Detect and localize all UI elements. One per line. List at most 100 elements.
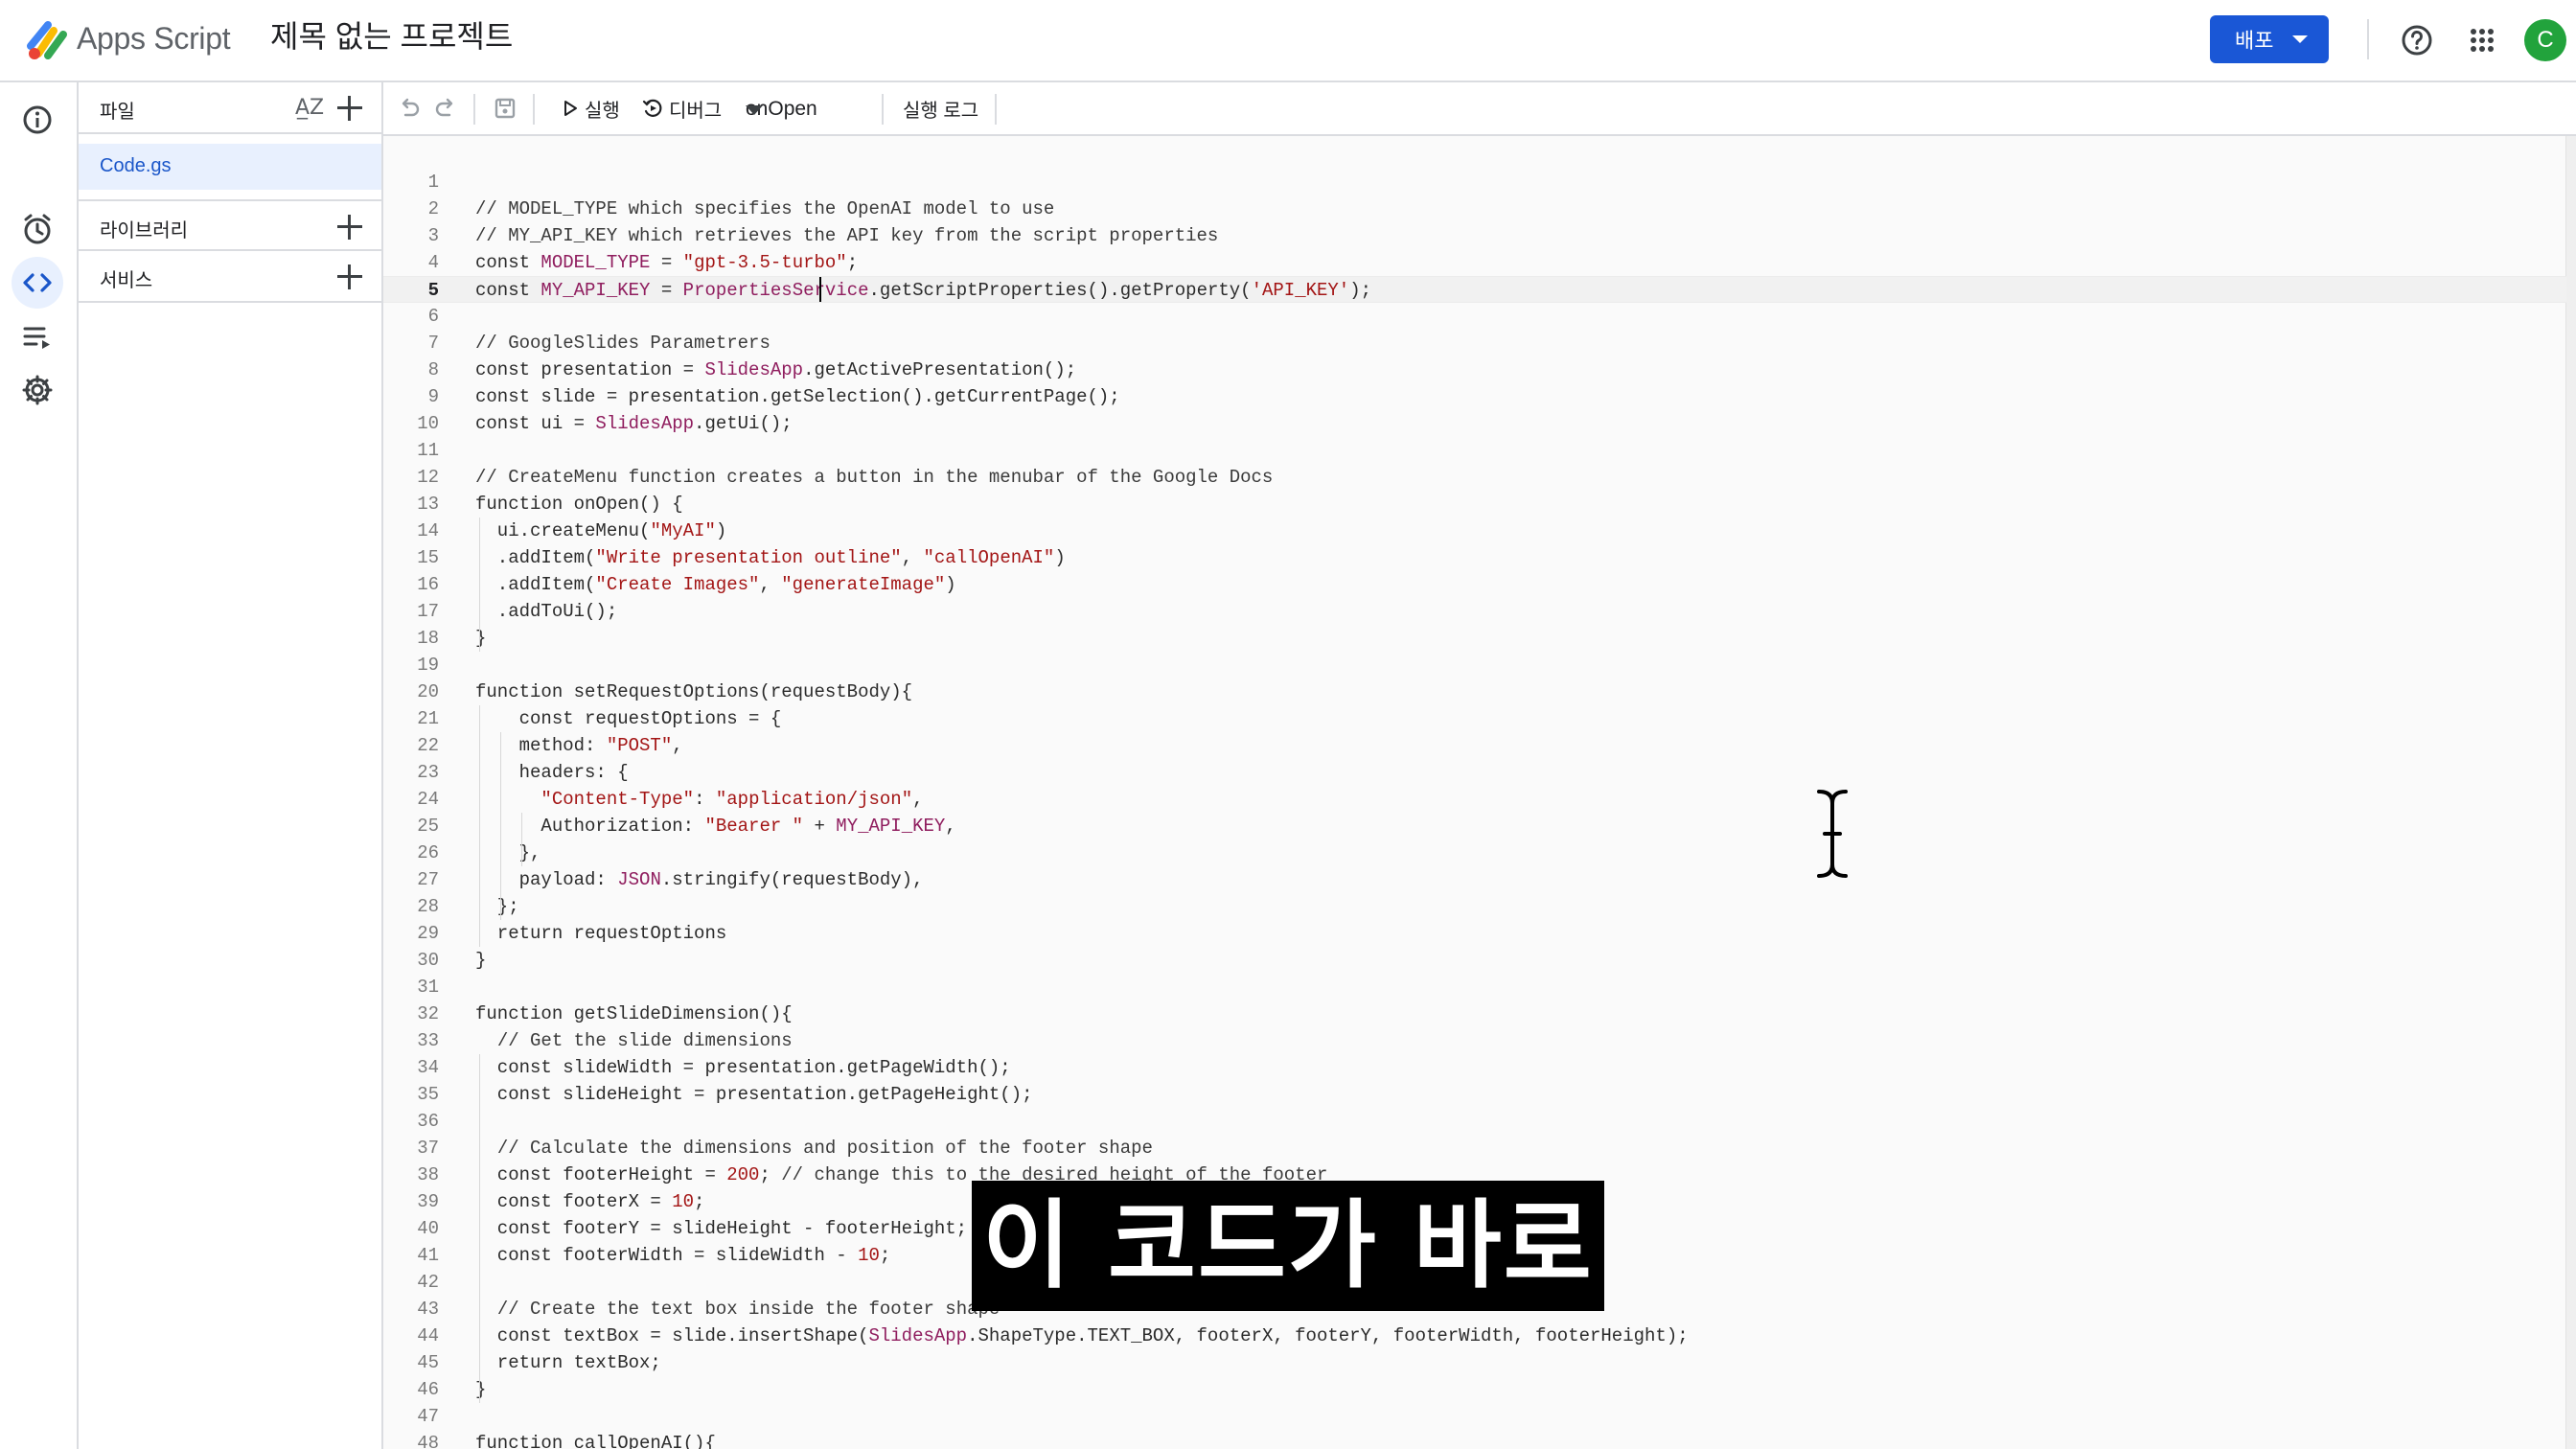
code-line[interactable]: 6 [383,303,2566,330]
code-line[interactable]: 47 [383,1403,2566,1430]
code-text: function onOpen() { [475,494,683,515]
header-divider [2367,19,2369,59]
libraries-row[interactable]: 라이브러리 [79,199,381,251]
execution-log-button[interactable]: 실행 로그 [903,92,978,125]
top-header: Apps Script 제목 없는 프로젝트 배포 C [0,0,2576,82]
code-line[interactable]: 9 const slide = presentation.getSelection… [383,383,2566,410]
code-text: method: "POST", [475,735,683,756]
libraries-label: 라이브러리 [100,220,188,242]
line-number: 41 [417,1245,439,1266]
code-line[interactable]: 15 .addItem("Write presentation outline"… [383,544,2566,571]
code-line[interactable]: 26 }, [383,840,2566,866]
code-line[interactable]: 20 function setRequestOptions(requestBody… [383,678,2566,705]
line-number: 42 [417,1272,439,1293]
code-line[interactable]: 3 // MY_API_KEY which retrieves the API k… [383,222,2566,249]
code-line[interactable]: 14 ui.createMenu("MyAI") [383,518,2566,544]
overview-icon[interactable] [17,100,58,140]
code-line[interactable]: 18} [383,625,2566,652]
code-text: .addToUi(); [475,601,618,622]
code-line[interactable]: 29 return requestOptions [383,920,2566,947]
line-number: 30 [417,950,439,971]
code-line[interactable]: 12 // CreateMenu function creates a butto… [383,464,2566,491]
left-rail [0,82,79,1449]
code-line[interactable]: 28 }; [383,893,2566,920]
app-name[interactable]: Apps Script [77,17,231,59]
code-text: // GoogleSlides Parametrers [475,333,770,354]
code-line[interactable]: 24 "Content-Type": "application/json", [383,786,2566,813]
code-text: } [475,950,487,971]
code-line[interactable]: 5 const MY_API_KEY = PropertiesService.ge… [383,276,2566,303]
code-line[interactable]: 31 [383,974,2566,1000]
deploy-button[interactable]: 배포 [2210,15,2329,63]
code-text: } [475,628,487,649]
sort-az-icon[interactable]: A̲Z [295,96,324,120]
code-line[interactable]: 48 function callOpenAI(){ [383,1430,2566,1449]
code-line[interactable]: 45 return textBox; [383,1349,2566,1376]
code-text: return textBox; [475,1352,661,1373]
code-line[interactable]: 25 Authorization: "Bearer " + MY_API_KEY… [383,813,2566,840]
code-line[interactable]: 19 [383,652,2566,678]
editor-scrollbar[interactable] [2565,136,2576,1449]
avatar[interactable]: C [2524,19,2566,61]
add-library-icon[interactable] [335,213,364,242]
run-button[interactable]: 실행 [562,92,620,125]
settings-icon[interactable] [17,370,58,410]
files-panel: 파일 A̲Z Code.gs 라이브러리 서비스 [79,82,383,1449]
code-line[interactable]: 13 function onOpen() { [383,491,2566,518]
code-line[interactable]: 32 function getSlideDimension(){ [383,1000,2566,1027]
add-service-icon[interactable] [335,263,364,291]
line-number: 47 [417,1406,439,1427]
apps-script-logo[interactable] [25,17,71,63]
line-number: 44 [417,1325,439,1346]
line-number: 16 [417,574,439,595]
code-text: }; [475,896,519,917]
code-text: const footerY = slideHeight - footerHeig… [475,1218,968,1239]
code-line[interactable]: 22 method: "POST", [383,732,2566,759]
apps-grid-icon[interactable] [2463,21,2501,59]
undo-icon[interactable] [395,94,424,123]
code-text: // MODEL_TYPE which specifies the OpenAI… [475,198,1055,219]
text-caret [819,277,821,302]
function-select[interactable]: onOpen [746,90,878,126]
code-text: const footerX = 10; [475,1191,705,1212]
editor-icon[interactable] [17,263,58,303]
redo-icon[interactable] [431,94,460,123]
help-icon[interactable] [2398,21,2436,59]
code-line[interactable]: 35 const slideHeight = presentation.getP… [383,1081,2566,1108]
code-text: const textBox = slide.insertShape(Slides… [475,1325,1689,1346]
code-text: function getSlideDimension(){ [475,1003,793,1024]
code-text: .addItem("Create Images", "generateImage… [475,574,956,595]
code-line[interactable]: 46} [383,1376,2566,1403]
code-line[interactable]: 7 // GoogleSlides Parametrers [383,330,2566,356]
code-line[interactable]: 8 const presentation = SlidesApp.getActiv… [383,356,2566,383]
code-text: // MY_API_KEY which retrieves the API ke… [475,225,1219,246]
triggers-icon[interactable] [17,209,58,249]
save-icon[interactable] [491,94,519,123]
add-file-icon[interactable] [335,94,364,123]
line-number: 17 [417,601,439,622]
file-item-code-gs[interactable]: Code.gs [79,144,381,190]
code-line[interactable]: 10 const ui = SlidesApp.getUi(); [383,410,2566,437]
code-line[interactable]: 11 [383,437,2566,464]
code-line[interactable]: 21 const requestOptions = { [383,705,2566,732]
code-line[interactable]: 30} [383,947,2566,974]
debug-label: 디버그 [669,100,723,122]
debug-button[interactable]: 디버그 [642,92,722,125]
code-line[interactable]: 36 [383,1108,2566,1135]
executions-icon[interactable] [17,316,58,356]
code-line[interactable]: 1 [383,169,2566,196]
code-line[interactable]: 4 const MODEL_TYPE = "gpt-3.5-turbo"; [383,249,2566,276]
services-row[interactable]: 서비스 [79,251,381,303]
line-number: 38 [417,1164,439,1185]
code-line[interactable]: 34 const slideWidth = presentation.getPa… [383,1054,2566,1081]
code-line[interactable]: 44 const textBox = slide.insertShape(Sli… [383,1322,2566,1349]
code-line[interactable]: 2 // MODEL_TYPE which specifies the OpenA… [383,196,2566,222]
code-text: payload: JSON.stringify(requestBody), [475,869,924,890]
code-line[interactable]: 27 payload: JSON.stringify(requestBody), [383,866,2566,893]
code-line[interactable]: 33 // Get the slide dimensions [383,1027,2566,1054]
code-line[interactable]: 16 .addItem("Create Images", "generateIm… [383,571,2566,598]
code-line[interactable]: 23 headers: { [383,759,2566,786]
project-title[interactable]: 제목 없는 프로젝트 [270,15,513,58]
code-line[interactable]: 37 // Calculate the dimensions and posit… [383,1135,2566,1162]
code-line[interactable]: 17 .addToUi(); [383,598,2566,625]
